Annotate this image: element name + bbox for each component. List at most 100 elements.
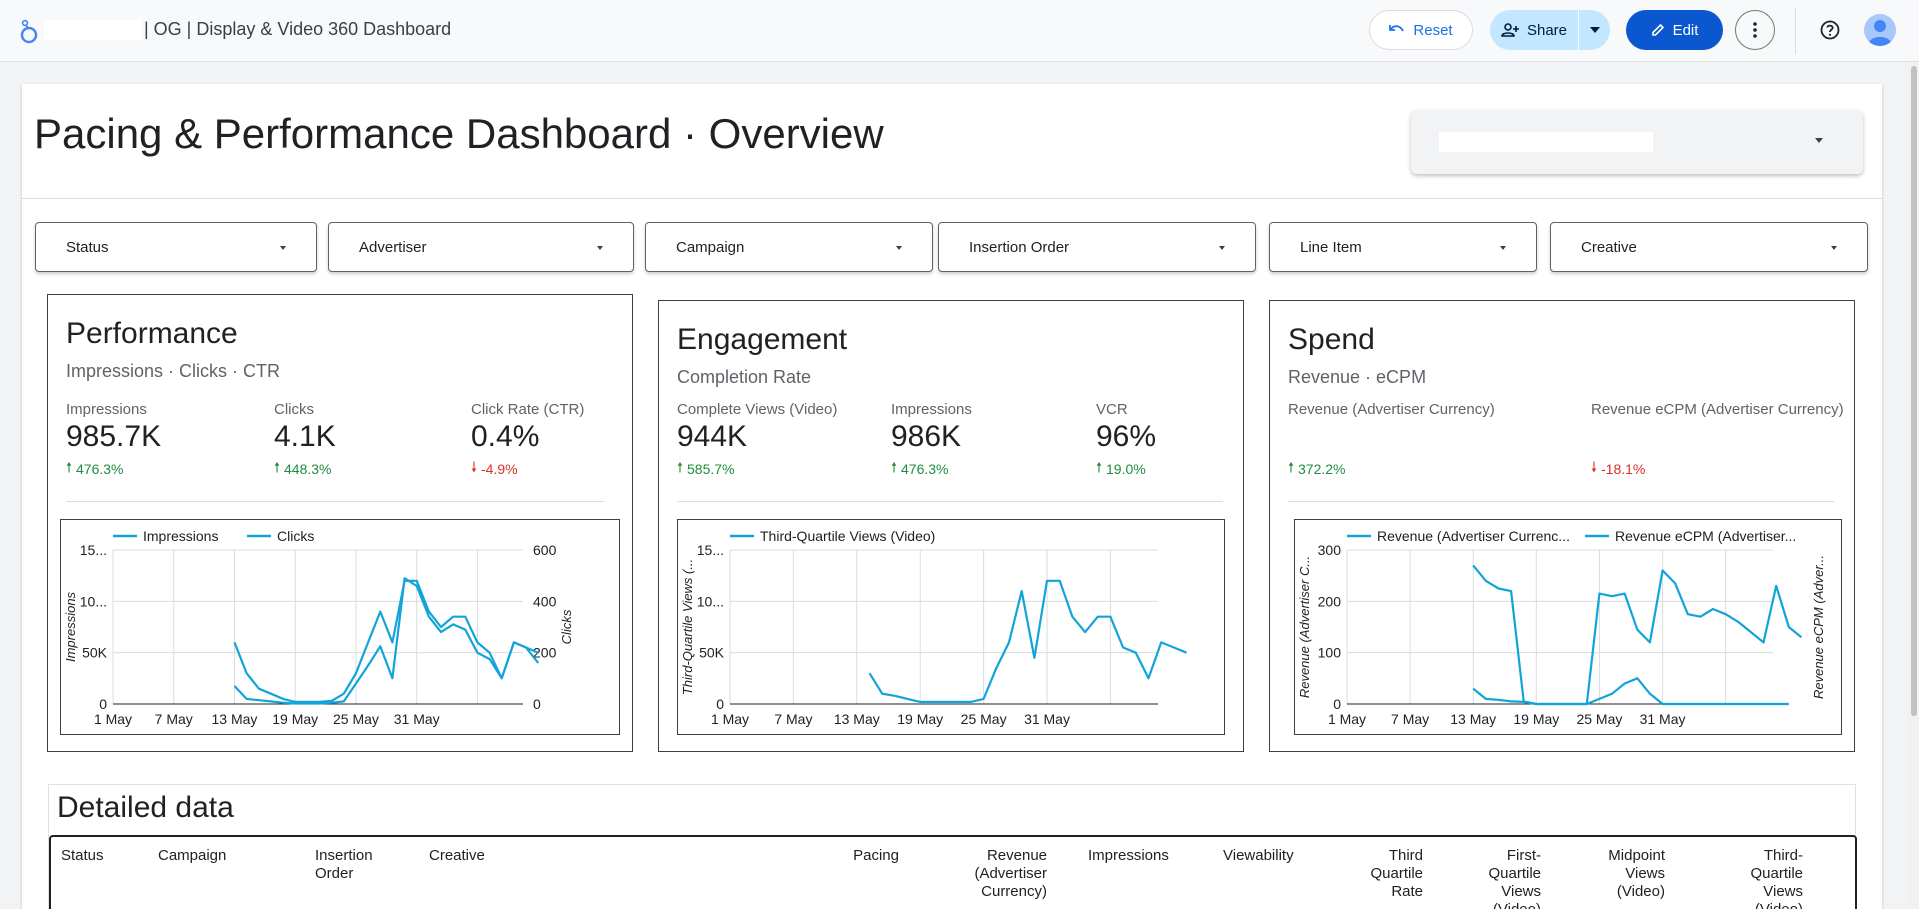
column-header-third-quartile-rate[interactable]: Third Quartile Rate [1353, 847, 1423, 901]
engagement-chart-svg[interactable]: 1 May 7 May 13 May 19 May 25 May 31 May 0 50K 10… [678, 520, 1223, 733]
column-header-first-quartile-views[interactable]: First-Quartile Views (Video) [1463, 847, 1541, 909]
filter-creative[interactable]: Creative [1550, 222, 1868, 272]
card-title: Performance [66, 317, 238, 350]
card-divider [1288, 501, 1834, 502]
detailed-data-table[interactable]: Status Campaign Insertion Order Creative… [49, 835, 1857, 909]
app-bar: | OG | Display & Video 360 Dashboard Res… [0, 0, 1919, 62]
card-title: Spend [1288, 323, 1375, 356]
legend-label[interactable]: Revenue eCPM (Advertiser... [1615, 528, 1796, 544]
column-header-campaign[interactable]: Campaign [158, 847, 268, 865]
column-header-viewability[interactable]: Viewability [1223, 847, 1323, 865]
x-tick-label: 13 May [834, 711, 880, 727]
y-left-tick-label: 300 [1318, 542, 1342, 558]
column-header-third-quartile-views[interactable]: Third-Quartile Views (Video) [1721, 847, 1803, 909]
filter-label: Status [66, 239, 109, 256]
column-header-insertion-order[interactable]: Insertion Order [315, 847, 395, 883]
dropdown-arrow-icon [1500, 246, 1506, 250]
filter-label: Advertiser [359, 239, 427, 256]
column-header-midpoint-views[interactable]: Midpoint Views (Video) [1593, 847, 1665, 901]
metric-delta: 🠕 372.2% [1288, 457, 1495, 481]
share-label: Share [1526, 21, 1568, 39]
account-avatar[interactable] [1864, 14, 1896, 46]
report-name[interactable]: | OG | Display & Video 360 Dashboard [144, 19, 451, 40]
x-tick-label: 13 May [1450, 711, 1496, 727]
y-left-tick-label: 15... [80, 542, 107, 558]
performance-chart: 1 May 7 May 13 May 19 May 25 May 31 May 0 50K 10… [60, 519, 620, 735]
arrow-down-icon: 🠗 [471, 459, 478, 475]
filter-advertiser[interactable]: Advertiser [328, 222, 634, 272]
performance-chart-svg[interactable]: 1 May 7 May 13 May 19 May 25 May 31 May 0 50K 10… [61, 520, 618, 733]
y-right-tick-label: 600 [533, 542, 557, 558]
series-line[interactable] [233, 579, 539, 703]
dropdown-arrow-icon [280, 246, 286, 250]
toolbar-divider [1795, 8, 1796, 54]
arrow-up-icon: 🠕 [66, 459, 73, 475]
metric-value: 944K [677, 420, 748, 453]
page-scrollbar[interactable] [1909, 62, 1919, 909]
help-icon [1820, 20, 1840, 40]
dropdown-arrow-icon [1219, 246, 1225, 250]
y-left-axis-title: Revenue (Advertiser C... [1297, 556, 1312, 698]
share-button[interactable]: Share [1490, 10, 1578, 50]
legend-label[interactable]: Revenue (Advertiser Currenc... [1377, 528, 1570, 544]
arrow-up-icon: 🠕 [677, 459, 684, 475]
dropdown-arrow-icon [597, 246, 603, 250]
card-title: Engagement [677, 323, 848, 356]
delta-value: 476.3% [901, 461, 949, 477]
spend-chart-svg[interactable]: 1 May 7 May 13 May 19 May 25 May 31 May 0 100 20… [1295, 520, 1840, 733]
share-button-group: Share [1490, 10, 1610, 50]
filter-status[interactable]: Status [35, 222, 317, 272]
y-right-tick-label: 400 [533, 593, 557, 609]
series-line[interactable] [868, 579, 1187, 703]
metric-value: 96% [1096, 420, 1157, 453]
filter-campaign[interactable]: Campaign [645, 222, 933, 272]
metric-revenue-ecpm: Revenue eCPM (Advertiser Currency) 🠗 -18.… [1591, 401, 1844, 481]
redacted-selector-value [1439, 132, 1653, 152]
metric-delta: 🠕 19.0% [1096, 457, 1156, 481]
metric-label: Complete Views (Video) [677, 401, 838, 418]
column-header-creative[interactable]: Creative [429, 847, 629, 865]
page-title: Pacing & Performance Dashboard · Overvie… [34, 110, 884, 157]
reset-button[interactable]: Reset [1369, 10, 1473, 50]
metric-label: Click Rate (CTR) [471, 401, 585, 418]
edit-button[interactable]: Edit [1626, 10, 1723, 50]
delta-value: 476.3% [76, 461, 124, 477]
share-dropdown-button[interactable] [1579, 10, 1610, 50]
engagement-card: Engagement Completion Rate Complete View… [658, 300, 1244, 752]
y-right-axis-title: Clicks [559, 609, 574, 644]
y-left-tick-label: 0 [1333, 696, 1341, 712]
y-left-tick-label: 0 [716, 696, 724, 712]
card-subtitle: Impressions · Clicks · CTR [66, 361, 281, 381]
series-line[interactable] [1472, 564, 1803, 706]
metric-delta: 🠕 476.3% [891, 457, 972, 481]
filter-insertion-order[interactable]: Insertion Order [938, 222, 1256, 272]
metric-delta: 🠕 476.3% [66, 457, 161, 481]
metric-delta: 🠕 448.3% [274, 457, 336, 481]
x-tick-label: 7 May [1391, 711, 1429, 727]
legend-label[interactable]: Clicks [277, 528, 314, 544]
column-header-status[interactable]: Status [61, 847, 141, 865]
filter-label: Campaign [676, 239, 745, 256]
column-header-revenue[interactable]: Revenue (Advertiser Currency) [965, 847, 1047, 901]
header-divider [22, 198, 1882, 199]
metric-value: 4.1K [274, 420, 336, 453]
legend-label[interactable]: Impressions [143, 528, 218, 544]
y-left-tick-label: 10... [697, 593, 724, 609]
scrollbar-thumb[interactable] [1911, 66, 1917, 716]
legend-label[interactable]: Third-Quartile Views (Video) [760, 528, 935, 544]
filter-line-item[interactable]: Line Item [1269, 222, 1537, 272]
help-button[interactable] [1810, 10, 1850, 50]
series-line[interactable] [233, 577, 540, 705]
more-options-button[interactable] [1735, 10, 1775, 50]
x-tick-label: 25 May [961, 711, 1007, 727]
x-tick-label: 7 May [774, 711, 812, 727]
arrow-up-icon: 🠕 [1096, 459, 1103, 475]
filter-label: Creative [1581, 239, 1637, 256]
column-header-impressions[interactable]: Impressions [1088, 847, 1188, 865]
advertiser-selector[interactable] [1411, 110, 1863, 174]
metric-value: 985.7K [66, 420, 162, 453]
chart-grid [729, 549, 1158, 705]
looker-studio-logo[interactable] [18, 18, 40, 44]
column-header-pacing[interactable]: Pacing [839, 847, 899, 865]
spend-chart: 1 May 7 May 13 May 19 May 25 May 31 May 0 100 20… [1294, 519, 1842, 735]
